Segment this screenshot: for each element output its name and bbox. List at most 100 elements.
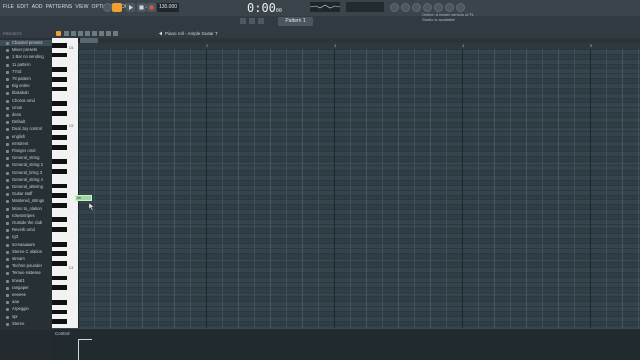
slice-tool-icon[interactable]	[92, 31, 97, 36]
browser-item[interactable]: Guitar staff	[0, 191, 52, 197]
browser-item[interactable]: Reverb omd	[0, 227, 52, 233]
snap-icon[interactable]	[240, 18, 246, 24]
note-grid[interactable]	[78, 49, 640, 328]
playlist-icon[interactable]	[423, 3, 432, 12]
draw-tool-icon[interactable]	[64, 31, 69, 36]
slide-icon[interactable]	[249, 18, 255, 24]
black-key[interactable]	[52, 86, 67, 92]
menu-item-view[interactable]: VIEW	[75, 4, 88, 10]
news-panel[interactable]: Online: A newer version of FL Studio is …	[422, 12, 482, 22]
playback-tool-icon[interactable]	[113, 31, 118, 36]
black-key[interactable]	[52, 285, 67, 291]
zoom-tool-icon[interactable]	[106, 31, 111, 36]
delete-tool-icon[interactable]	[78, 31, 83, 36]
black-key[interactable]	[52, 241, 67, 247]
browser-header[interactable]: PRESETS	[0, 29, 52, 38]
browser-item[interactable]: 77nd	[0, 69, 52, 75]
black-key[interactable]	[52, 202, 67, 208]
record-button[interactable]	[147, 3, 156, 12]
master-volume-knob[interactable]	[103, 3, 112, 12]
browser-item[interactable]: Chorus omd	[0, 98, 52, 104]
browser-icon[interactable]	[434, 3, 443, 12]
black-key[interactable]	[52, 110, 67, 116]
black-key[interactable]	[52, 275, 67, 281]
help-icon[interactable]	[456, 3, 465, 12]
black-key[interactable]	[52, 217, 67, 223]
mixer-icon[interactable]	[390, 3, 399, 12]
menu-item-patterns[interactable]: PATTERNS	[46, 4, 73, 10]
browser-item[interactable]: Flanger omd	[0, 148, 52, 154]
browser-item[interactable]: Techno pounder	[0, 263, 52, 269]
browser-item[interactable]: stream	[0, 256, 52, 262]
arrow-left-icon[interactable]	[158, 31, 163, 36]
browser-item[interactable]: General_string 4	[0, 177, 52, 183]
browser-item[interactable]: screaaaaam	[0, 242, 52, 248]
plugin-picker-icon[interactable]	[445, 3, 454, 12]
browser-item[interactable]: General_bring 3	[0, 170, 52, 176]
mute-tool-icon[interactable]	[85, 31, 90, 36]
browser-item[interactable]: tmeat1	[0, 278, 52, 284]
black-key[interactable]	[52, 101, 67, 106]
black-key[interactable]	[52, 76, 67, 82]
black-key[interactable]	[52, 42, 67, 48]
browser-item[interactable]: Mastered_strings	[0, 198, 52, 204]
black-key[interactable]	[52, 125, 67, 131]
black-key[interactable]	[52, 261, 67, 266]
pattern-mode-button[interactable]	[112, 3, 122, 12]
browser-item[interactable]: Arpeggio	[0, 306, 52, 312]
browser-item[interactable]: cmon	[0, 105, 52, 111]
piano-roll-icon[interactable]	[412, 3, 421, 12]
menu-item-edit[interactable]: EDIT	[17, 4, 29, 10]
black-key[interactable]	[52, 309, 67, 315]
black-key[interactable]	[52, 193, 67, 199]
browser-item[interactable]: n3wontripes	[0, 213, 52, 219]
play-button[interactable]	[126, 3, 135, 12]
black-key[interactable]	[52, 319, 67, 325]
menu-icon[interactable]	[258, 18, 264, 24]
browser-item[interactable]: Default	[0, 119, 52, 125]
browser-item[interactable]: dens	[0, 112, 52, 118]
velocity-bar[interactable]	[78, 339, 92, 340]
black-key[interactable]	[52, 144, 67, 150]
browser-item[interactable]: Mono to_olation	[0, 206, 52, 212]
browser-item[interactable]: Outside the club	[0, 220, 52, 226]
black-key[interactable]	[52, 67, 67, 72]
browser-item[interactable]: 78 pattern	[0, 76, 52, 82]
black-key[interactable]	[52, 168, 67, 174]
browser-item[interactable]: Stereo C olation	[0, 249, 52, 255]
browser-item[interactable]: blakakah	[0, 90, 52, 96]
browser-item[interactable]: General_altering	[0, 184, 52, 190]
channel-rack-icon[interactable]	[401, 3, 410, 12]
paint-tool-icon[interactable]	[71, 31, 76, 36]
browser-item[interactable]: 11 pattern	[0, 62, 52, 68]
browser-item[interactable]: eInstrent	[0, 141, 52, 147]
browser-item[interactable]: rangaper	[0, 285, 52, 291]
tempo-display[interactable]: 130.000	[157, 3, 179, 12]
browser-item[interactable]: eeeeee	[0, 292, 52, 298]
piano-roll-title[interactable]: Piano roll - Ample Guitar T	[165, 29, 218, 38]
black-key[interactable]	[52, 227, 67, 232]
browser-item[interactable]: rg3	[0, 234, 52, 240]
menu-item-add[interactable]: ADD	[32, 4, 43, 10]
browser-item[interactable]: Stereo	[0, 321, 52, 327]
browser-item[interactable]: General_string	[0, 155, 52, 161]
black-key[interactable]	[52, 251, 67, 257]
piano-roll-menu-icon[interactable]	[56, 31, 61, 36]
browser-item[interactable]: Temue sistesse	[0, 270, 52, 276]
piano-keyboard[interactable]: C6 C5 C4	[52, 38, 78, 328]
browser-item[interactable]: Mixer presets	[0, 47, 52, 53]
black-key[interactable]	[52, 159, 67, 165]
menu-item-file[interactable]: FILE	[3, 4, 14, 10]
browser-item[interactable]: aaa	[0, 299, 52, 305]
pattern-selector[interactable]: Pattern 1	[278, 17, 313, 26]
note[interactable]: C5	[75, 195, 92, 201]
black-key[interactable]	[52, 299, 67, 305]
black-key[interactable]	[52, 183, 67, 189]
browser-item[interactable]: Channel presets	[0, 40, 52, 47]
stop-button[interactable]	[137, 3, 146, 12]
browser-item[interactable]: 1 Bar no sending	[0, 54, 52, 60]
black-key[interactable]	[52, 52, 67, 58]
browser-item[interactable]: General_string 2	[0, 162, 52, 168]
select-tool-icon[interactable]	[99, 31, 104, 36]
browser-item[interactable]: spr	[0, 314, 52, 320]
